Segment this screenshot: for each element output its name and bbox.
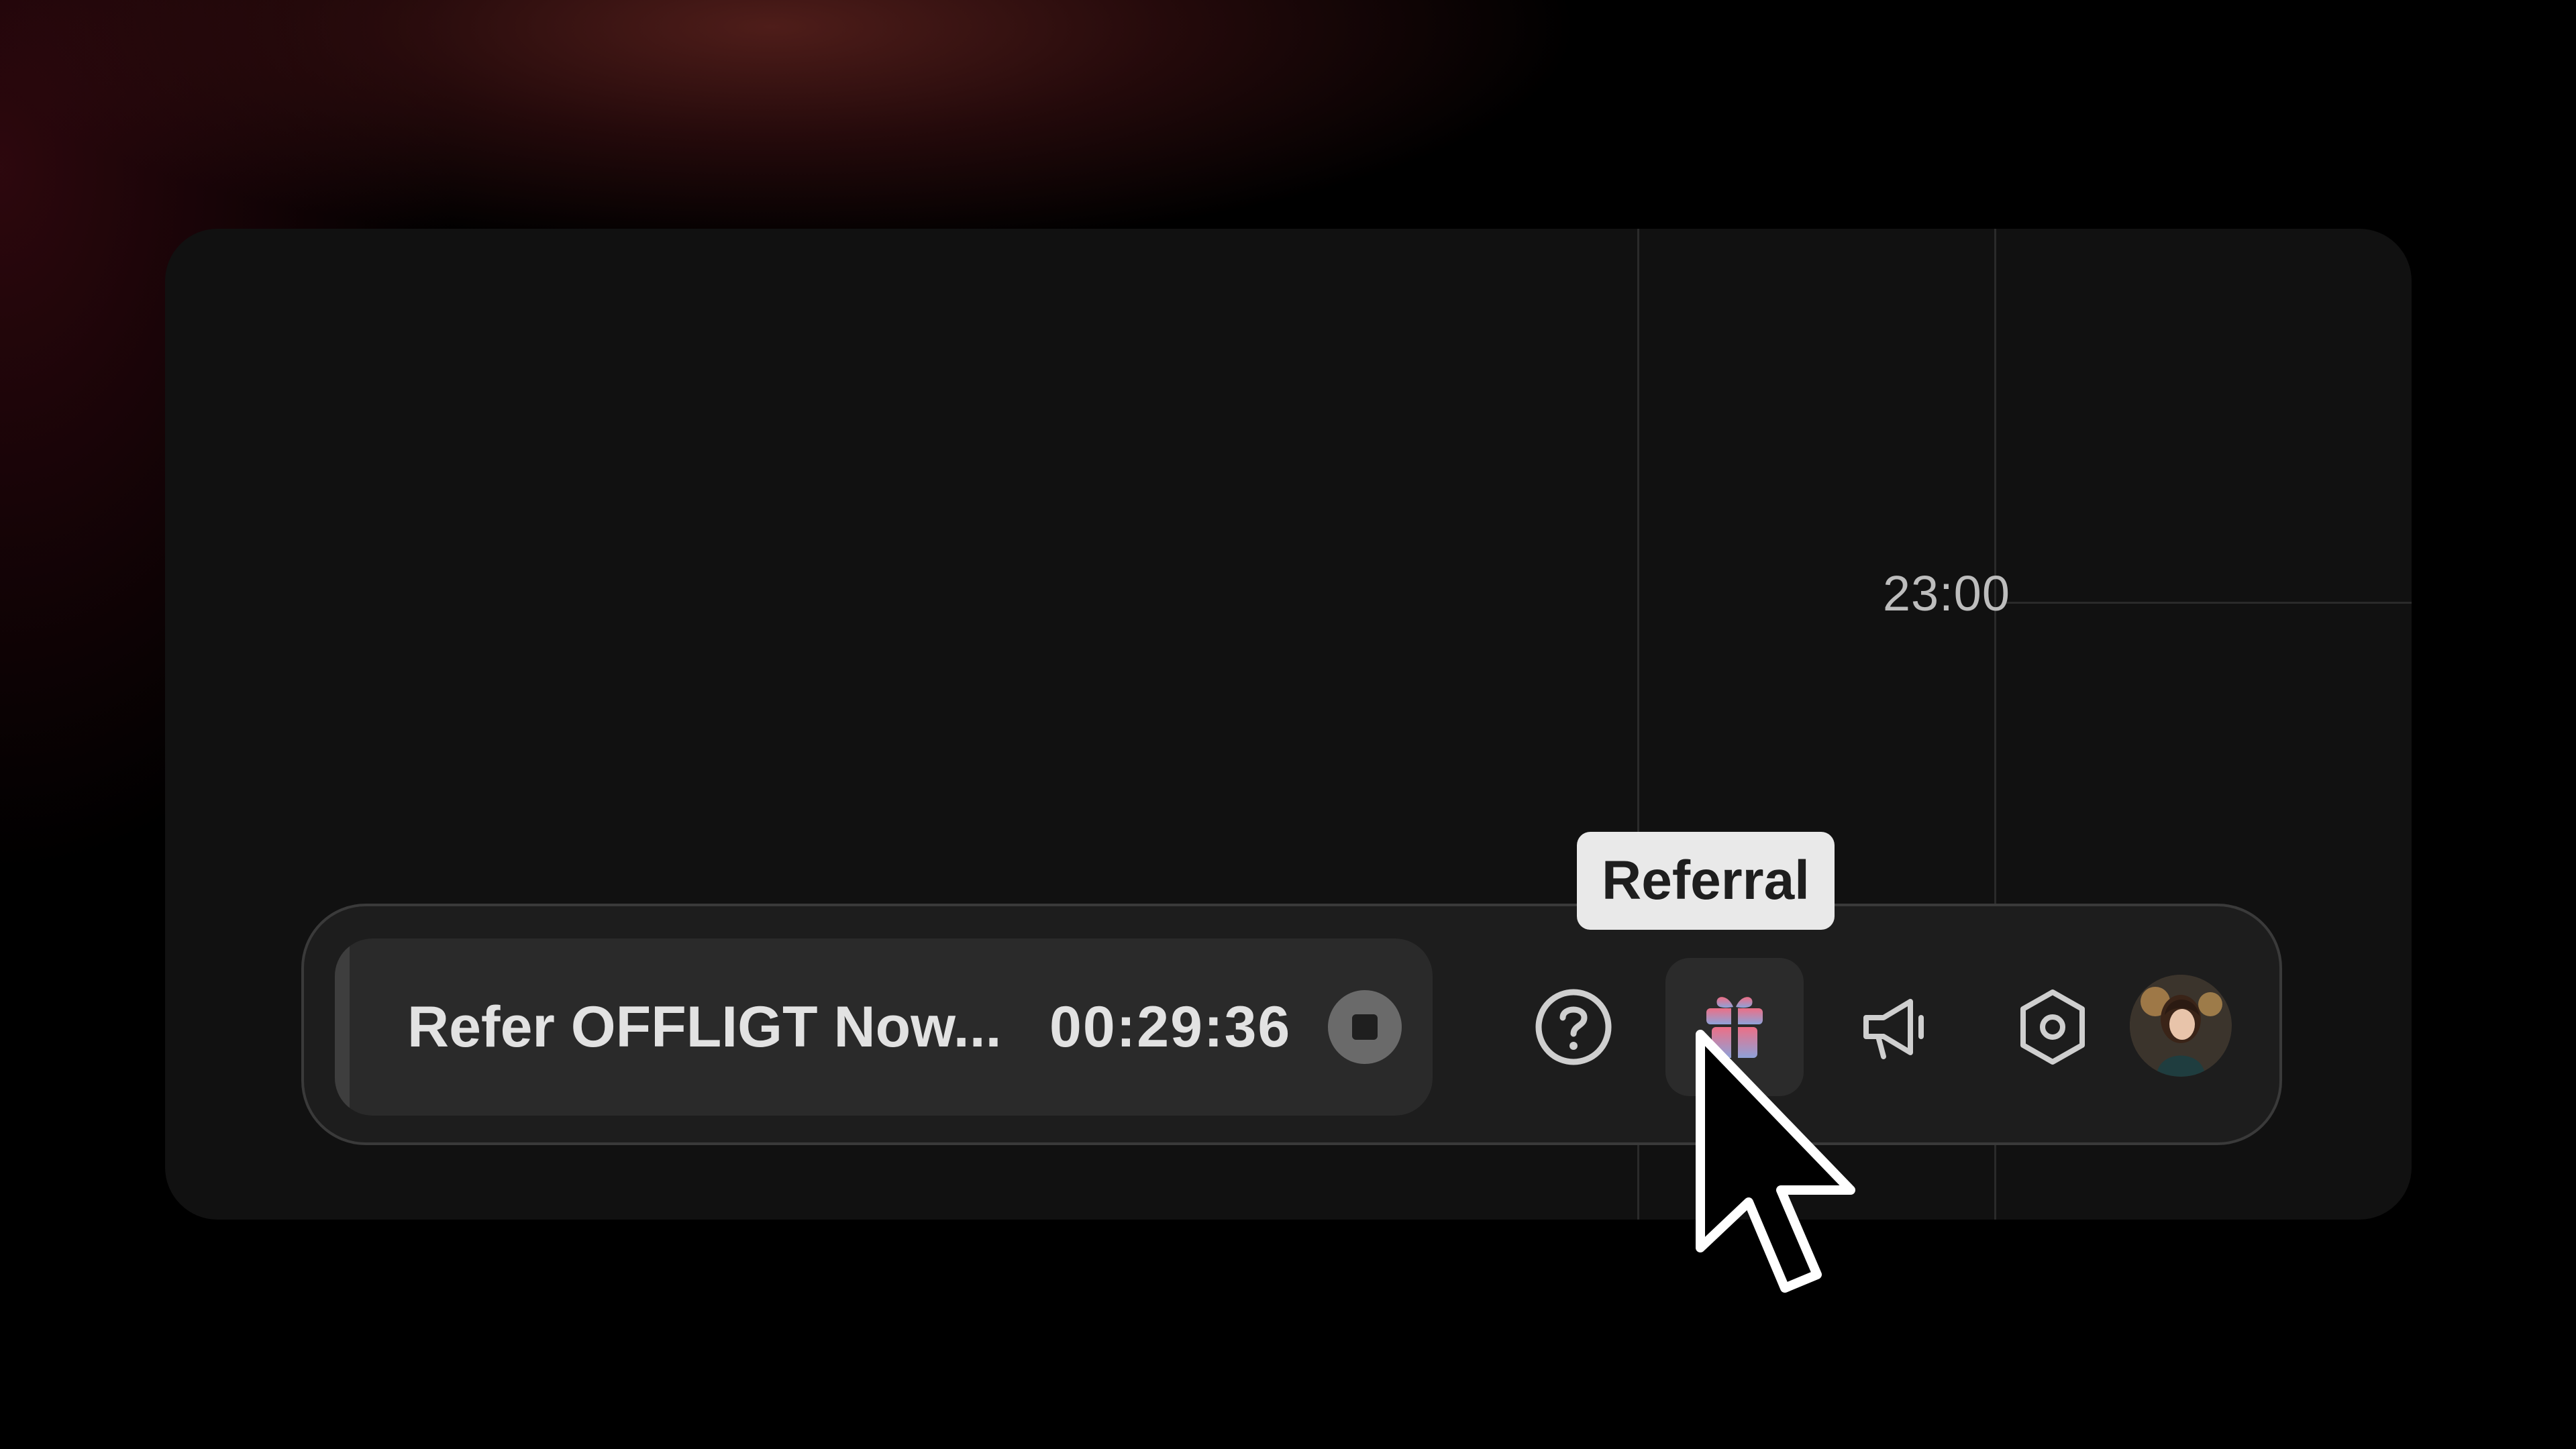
hour-line <box>2006 602 2412 604</box>
timer-elapsed: 00:29:36 <box>1049 995 1292 1059</box>
settings-button[interactable] <box>1983 958 2122 1096</box>
timer-title: Refer OFFLIGT Now... <box>407 995 1002 1059</box>
settings-hexagon-icon <box>2020 989 2085 1065</box>
avatar-photo <box>2130 975 2232 1077</box>
active-timer[interactable]: Refer OFFLIGT Now... 00:29:36 <box>335 938 1433 1116</box>
help-button[interactable] <box>1504 958 1643 1096</box>
mouse-pointer-icon <box>1696 1030 1855 1293</box>
user-avatar[interactable] <box>2130 975 2232 1077</box>
bottom-toolbar: Refer OFFLIGT Now... 00:29:36 <box>301 904 2282 1145</box>
hour-label: 23:00 <box>1882 566 2010 621</box>
help-circle-icon <box>1535 989 1612 1065</box>
stop-icon <box>1352 1014 1378 1040</box>
referral-tooltip: Referral <box>1577 832 1835 930</box>
timer-accent-bar <box>335 938 350 1116</box>
stop-timer-button[interactable] <box>1328 990 1402 1064</box>
